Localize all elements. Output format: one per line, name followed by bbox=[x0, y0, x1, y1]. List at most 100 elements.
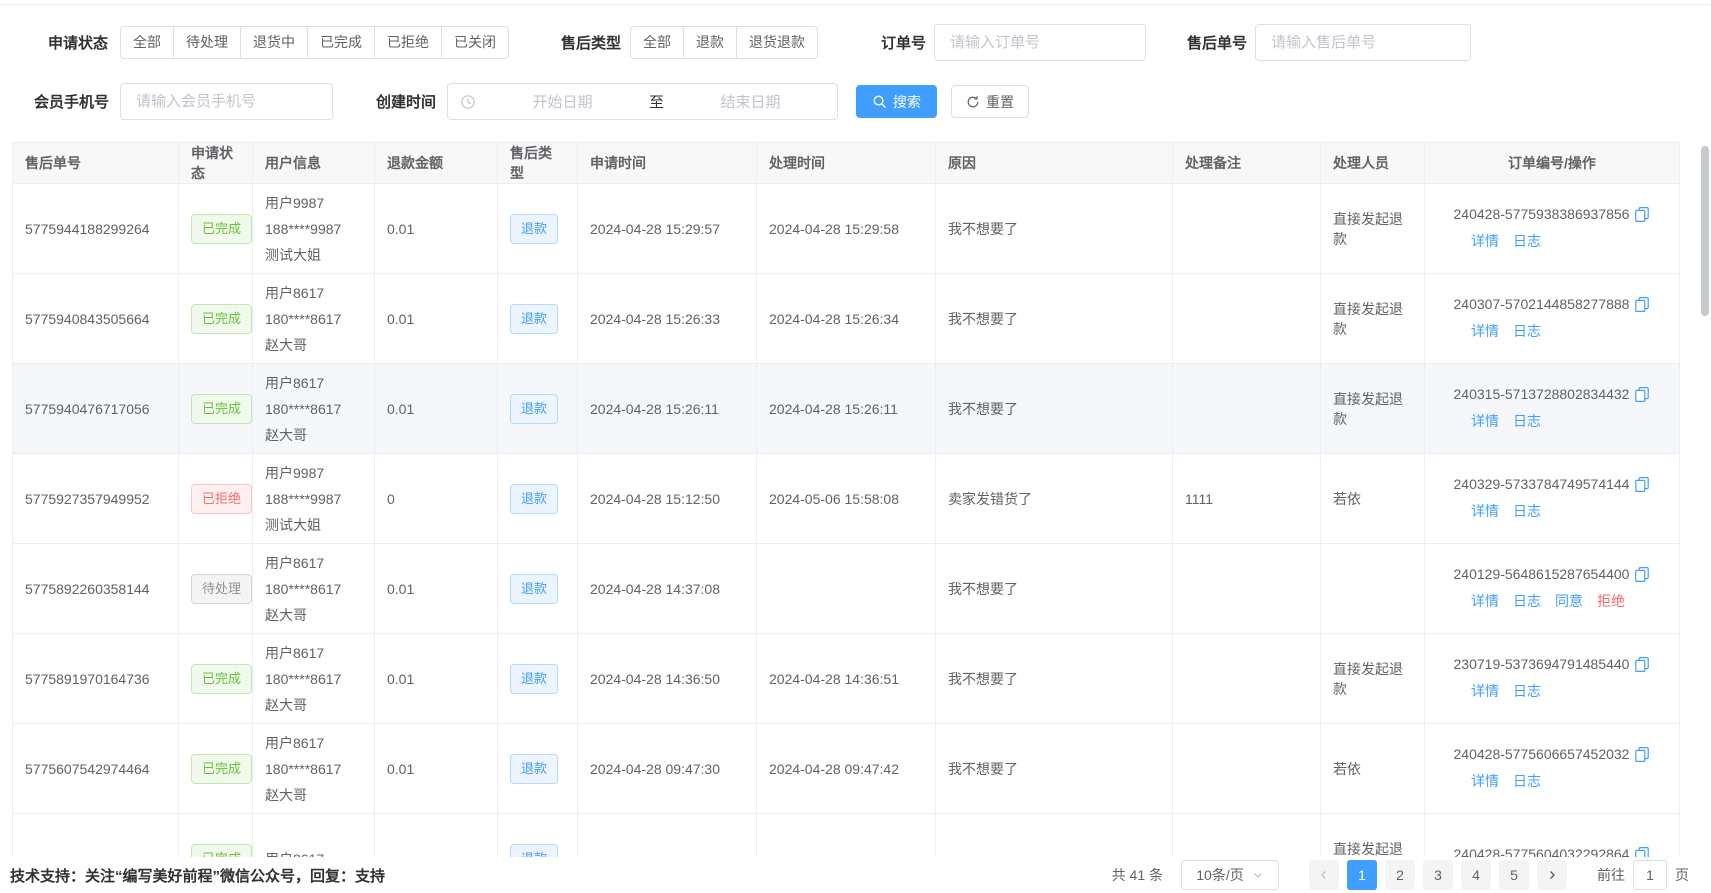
aftersale-id: 5775940476717056 bbox=[25, 401, 150, 417]
apply-status-option-5[interactable]: 已关闭 bbox=[442, 26, 509, 59]
service-type-tag: 退款 bbox=[510, 484, 558, 514]
action-detail[interactable]: 详情 bbox=[1471, 681, 1499, 701]
row-actions: 详情日志 bbox=[1435, 681, 1669, 701]
header-service-type: 售后类型 bbox=[498, 143, 578, 184]
search-button-label: 搜索 bbox=[893, 92, 921, 112]
apply-status-option-1[interactable]: 待处理 bbox=[174, 26, 241, 59]
action-approve[interactable]: 同意 bbox=[1555, 591, 1583, 611]
table-row: 5775607542974464 已完成 用户8617180****8617赵大… bbox=[13, 724, 1680, 814]
order-no-label: 订单号 bbox=[881, 32, 926, 53]
copy-icon[interactable] bbox=[1634, 566, 1650, 582]
action-log[interactable]: 日志 bbox=[1513, 321, 1541, 341]
status-tag: 待处理 bbox=[191, 574, 252, 604]
filter-row-1: 申请状态 全部待处理退货中已完成已拒绝已关闭 售后类型 全部退款退货退款 订单号… bbox=[0, 24, 1711, 61]
action-log[interactable]: 日志 bbox=[1513, 591, 1541, 611]
handle-time: 2024-04-28 15:26:11 bbox=[769, 401, 898, 417]
pagination: 共 41 条 10条/页 12345 前往 页 bbox=[1112, 860, 1689, 890]
handler: 直接发起退款 bbox=[1333, 391, 1403, 427]
service-type-option-2[interactable]: 退货退款 bbox=[737, 26, 818, 59]
service-type-tag: 退款 bbox=[510, 664, 558, 694]
table-row: 5775944188299264 已完成 用户9987188****9987测试… bbox=[13, 184, 1680, 274]
action-reject[interactable]: 拒绝 bbox=[1597, 591, 1625, 611]
reason: 我不想要了 bbox=[948, 221, 1018, 237]
apply-status-option-4[interactable]: 已拒绝 bbox=[375, 26, 442, 59]
header-handle-remark: 处理备注 bbox=[1173, 143, 1321, 184]
header-apply-time: 申请时间 bbox=[578, 143, 757, 184]
copy-icon[interactable] bbox=[1634, 386, 1650, 402]
reason: 我不想要了 bbox=[948, 761, 1018, 777]
order-no: 240428-5775938386937856 bbox=[1454, 206, 1630, 222]
apply-status-option-2[interactable]: 退货中 bbox=[241, 26, 308, 59]
service-type-label: 售后类型 bbox=[561, 32, 621, 53]
apply-status-option-0[interactable]: 全部 bbox=[120, 26, 174, 59]
user-info-line: 180****8617 bbox=[265, 396, 362, 422]
apply-status-option-3[interactable]: 已完成 bbox=[308, 26, 375, 59]
copy-icon[interactable] bbox=[1634, 206, 1650, 222]
user-info-line: 赵大哥 bbox=[265, 782, 362, 808]
table-body: 5775944188299264 已完成 用户9987188****9987测试… bbox=[13, 184, 1680, 893]
action-log[interactable]: 日志 bbox=[1513, 501, 1541, 521]
status-tag: 已完成 bbox=[191, 304, 252, 334]
action-log[interactable]: 日志 bbox=[1513, 411, 1541, 431]
user-info-line: 180****8617 bbox=[265, 756, 362, 782]
action-log[interactable]: 日志 bbox=[1513, 771, 1541, 791]
handler: 若依 bbox=[1333, 491, 1361, 507]
chevron-down-icon bbox=[1252, 869, 1264, 881]
end-date-input[interactable]: 结束日期 bbox=[664, 91, 837, 112]
action-detail[interactable]: 详情 bbox=[1471, 321, 1499, 341]
aftersale-id: 5775940843505664 bbox=[25, 311, 150, 327]
page-size-select[interactable]: 10条/页 bbox=[1181, 860, 1279, 890]
order-no: 240329-5733784749574144 bbox=[1454, 476, 1630, 492]
copy-icon[interactable] bbox=[1634, 476, 1650, 492]
page-button-4[interactable]: 4 bbox=[1461, 860, 1491, 890]
action-detail[interactable]: 详情 bbox=[1471, 591, 1499, 611]
user-info-line: 用户8617 bbox=[265, 280, 362, 306]
service-type-option-1[interactable]: 退款 bbox=[684, 26, 737, 59]
apply-time: 2024-04-28 15:29:57 bbox=[590, 221, 720, 237]
reason: 我不想要了 bbox=[948, 581, 1018, 597]
refund-amount: 0.01 bbox=[387, 221, 414, 237]
apply-time: 2024-04-28 15:26:11 bbox=[590, 401, 719, 417]
handler: 直接发起退款 bbox=[1333, 301, 1403, 337]
copy-icon[interactable] bbox=[1634, 746, 1650, 762]
table-row: 5775891970164736 已完成 用户8617180****8617赵大… bbox=[13, 634, 1680, 724]
member-phone-input[interactable] bbox=[120, 83, 333, 120]
vertical-scrollbar[interactable] bbox=[1701, 146, 1709, 316]
action-log[interactable]: 日志 bbox=[1513, 231, 1541, 251]
reset-button[interactable]: 重置 bbox=[951, 85, 1029, 118]
goto-page-input[interactable] bbox=[1633, 860, 1667, 890]
action-detail[interactable]: 详情 bbox=[1471, 501, 1499, 521]
create-time-range[interactable]: 开始日期 至 结束日期 bbox=[447, 83, 838, 120]
service-type-group: 全部退款退货退款 bbox=[630, 26, 818, 59]
page-button-5[interactable]: 5 bbox=[1499, 860, 1529, 890]
next-page-button[interactable] bbox=[1537, 860, 1567, 890]
page-button-2[interactable]: 2 bbox=[1385, 860, 1415, 890]
start-date-input[interactable]: 开始日期 bbox=[476, 91, 649, 112]
copy-icon[interactable] bbox=[1634, 656, 1650, 672]
action-detail[interactable]: 详情 bbox=[1471, 231, 1499, 251]
action-detail[interactable]: 详情 bbox=[1471, 411, 1499, 431]
copy-icon[interactable] bbox=[1634, 296, 1650, 312]
service-no-input[interactable] bbox=[1255, 24, 1471, 61]
status-tag: 已完成 bbox=[191, 664, 252, 694]
user-info: 用户9987188****9987测试大姐 bbox=[265, 460, 362, 538]
service-type-tag: 退款 bbox=[510, 754, 558, 784]
service-type-option-0[interactable]: 全部 bbox=[630, 26, 684, 59]
status-tag: 已完成 bbox=[191, 394, 252, 424]
create-time-label: 创建时间 bbox=[376, 91, 436, 112]
order-no: 230719-5373694791485440 bbox=[1454, 656, 1630, 672]
handle-remark: 1111 bbox=[1185, 491, 1213, 507]
prev-page-button[interactable] bbox=[1309, 860, 1339, 890]
search-button[interactable]: 搜索 bbox=[856, 85, 937, 118]
page-button-3[interactable]: 3 bbox=[1423, 860, 1453, 890]
table-row: 5775892260358144 待处理 用户8617180****8617赵大… bbox=[13, 544, 1680, 634]
action-log[interactable]: 日志 bbox=[1513, 681, 1541, 701]
top-divider bbox=[0, 4, 1711, 5]
page-button-1[interactable]: 1 bbox=[1347, 860, 1377, 890]
clock-icon bbox=[460, 94, 476, 110]
status-tag: 已完成 bbox=[191, 754, 252, 784]
table-row: 5775927357949952 已拒绝 用户9987188****9987测试… bbox=[13, 454, 1680, 544]
reset-button-label: 重置 bbox=[986, 92, 1014, 112]
action-detail[interactable]: 详情 bbox=[1471, 771, 1499, 791]
order-no-input[interactable] bbox=[934, 24, 1146, 61]
